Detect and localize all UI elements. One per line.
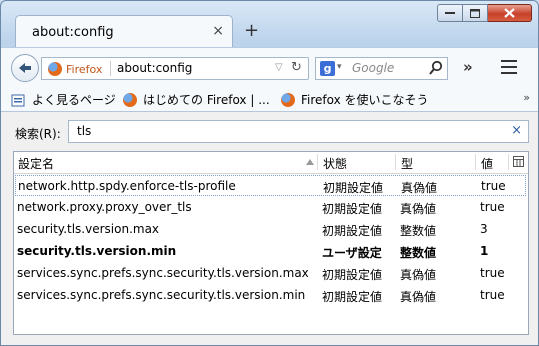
url-bar[interactable]: Firefox about:config ▽ ↻ (41, 57, 309, 80)
column-divider[interactable] (508, 154, 509, 170)
minimize-icon (445, 12, 455, 14)
close-icon (504, 8, 515, 18)
pref-name: services.sync.prefs.sync.security.tls.ve… (17, 266, 309, 280)
pref-name: network.http.spdy.enforce-tls-profile (18, 179, 236, 193)
pref-status: 初期設定値 (322, 290, 383, 304)
window-close-button[interactable] (488, 4, 532, 22)
pref-status: 初期設定値 (322, 202, 383, 216)
pref-value: true (480, 288, 505, 302)
pref-value: 3 (480, 222, 488, 236)
pref-name: services.sync.prefs.sync.security.tls.ve… (17, 288, 306, 302)
column-divider[interactable] (317, 154, 318, 170)
tab-about-config[interactable]: about:config × (15, 15, 233, 47)
window-controls (437, 4, 532, 22)
pref-value: true (480, 200, 505, 214)
engine-dropdown-icon[interactable]: ▾ (337, 62, 342, 72)
pref-status: 初期設定値 (322, 224, 383, 238)
back-button[interactable] (11, 54, 39, 82)
pref-status: 初期設定値 (323, 181, 384, 195)
pref-type: 整数値 (400, 246, 437, 260)
table-row[interactable]: services.sync.prefs.sync.security.tls.ve… (14, 285, 528, 306)
search-icon[interactable] (429, 60, 443, 76)
bookmark-most-visited[interactable]: よく見るページ (11, 91, 116, 108)
firefox-icon (281, 92, 295, 107)
toolbar-overflow-button[interactable]: » (463, 58, 473, 76)
history-dropdown-icon[interactable]: ▽ (275, 62, 283, 73)
tab-title: about:config (32, 25, 114, 40)
pref-type: 真偽値 (401, 181, 438, 195)
firefox-icon (48, 62, 62, 76)
pref-name: network.proxy.proxy_over_tls (17, 200, 192, 214)
pref-value: true (481, 179, 506, 193)
pref-name: security.tls.version.max (17, 222, 160, 236)
navigation-toolbar: Firefox about:config ▽ ↻ g ▾ Google » (1, 47, 538, 88)
search-placeholder: Google (352, 61, 395, 75)
identity-box[interactable]: Firefox (48, 62, 102, 76)
column-header-type[interactable]: 型 (401, 155, 413, 172)
filter-input[interactable]: tls × (68, 120, 529, 143)
bookmarks-toolbar: よく見るページ はじめての Firefox | ... Firefox を使いこ… (1, 87, 538, 112)
bookmark-label: はじめての Firefox | ... (143, 93, 270, 107)
bookmarks-folder-icon (11, 94, 25, 106)
maximize-button[interactable] (463, 4, 488, 22)
filter-value[interactable]: tls (77, 124, 91, 138)
minimize-button[interactable] (437, 4, 463, 22)
pref-type: 真偽値 (400, 202, 437, 216)
pref-type: 真偽値 (400, 268, 437, 282)
pref-type: 真偽値 (400, 290, 437, 304)
url-text[interactable]: about:config (117, 61, 192, 75)
column-header-name[interactable]: 設定名 (18, 155, 54, 172)
column-divider[interactable] (475, 154, 476, 170)
clear-filter-icon[interactable]: × (511, 123, 522, 138)
url-separator (110, 61, 111, 76)
bookmark-label: よく見るページ (32, 93, 116, 107)
pref-name: security.tls.version.min (17, 244, 177, 258)
table-row[interactable]: network.http.spdy.enforce-tls-profile 初期… (15, 175, 526, 196)
column-header-status[interactable]: 状態 (323, 155, 347, 172)
new-tab-button[interactable]: + (244, 20, 259, 41)
back-arrow-icon (19, 63, 31, 73)
bookmark-label: Firefox を使いこなそう (301, 93, 429, 107)
pref-status: ユーザ設定 (322, 246, 382, 260)
google-engine-icon[interactable]: g (320, 61, 335, 76)
column-divider[interactable] (395, 154, 396, 170)
table-row[interactable]: security.tls.version.max 初期設定値 整数値 3 (14, 219, 528, 240)
search-bar[interactable]: g ▾ Google (315, 57, 448, 80)
pref-value: true (480, 266, 505, 280)
bookmarks-overflow-button[interactable]: » (523, 91, 530, 104)
table-row[interactable]: services.sync.prefs.sync.security.tls.ve… (14, 263, 528, 284)
maximize-icon (470, 8, 480, 18)
pref-type: 整数値 (400, 224, 437, 238)
preferences-table: 設定名 状態 型 値 network.http.spdy.enforce-tls… (13, 151, 529, 335)
bookmark-firefox-tips[interactable]: Firefox を使いこなそう (281, 91, 429, 108)
table-header: 設定名 状態 型 値 (14, 152, 528, 174)
browser-window: about:config × + Firefox about:config ▽ … (0, 0, 539, 346)
filter-label: 検索(R): (15, 127, 61, 141)
table-row-modified[interactable]: security.tls.version.min ユーザ設定 整数値 1 (14, 241, 528, 262)
about-config-page: 検索(R): tls × 設定名 状態 型 値 network.http.spd… (1, 112, 538, 345)
column-picker-icon[interactable] (513, 156, 524, 167)
column-header-value[interactable]: 値 (481, 155, 493, 172)
firefox-icon (123, 92, 137, 107)
table-row[interactable]: network.proxy.proxy_over_tls 初期設定値 真偽値 t… (14, 197, 528, 218)
pref-value: 1 (480, 244, 489, 258)
reload-icon[interactable]: ↻ (291, 60, 302, 75)
bookmark-getting-started[interactable]: はじめての Firefox | ... (123, 91, 270, 108)
tab-close-icon[interactable]: × (212, 23, 224, 39)
identity-label: Firefox (66, 62, 103, 76)
sort-ascending-icon[interactable] (306, 159, 314, 165)
menu-icon[interactable] (501, 60, 517, 78)
pref-status: 初期設定値 (322, 268, 383, 282)
